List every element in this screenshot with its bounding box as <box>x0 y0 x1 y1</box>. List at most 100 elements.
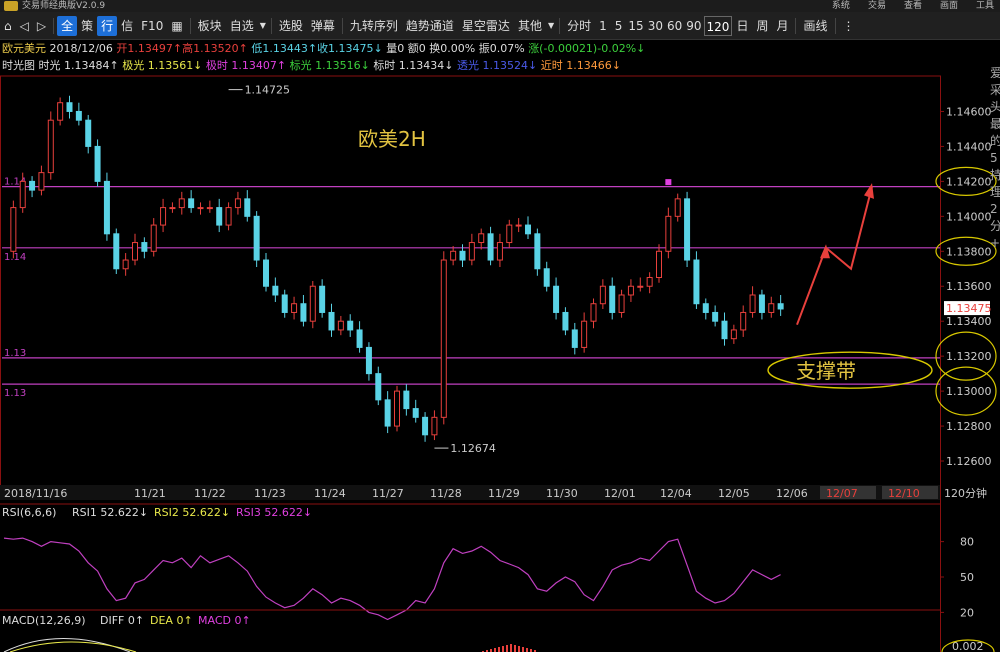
candle[interactable] <box>113 228 120 275</box>
candle[interactable] <box>272 277 279 302</box>
watchlist-button[interactable]: 自选 <box>226 16 258 36</box>
candle[interactable] <box>412 399 419 423</box>
candle[interactable] <box>599 279 606 309</box>
candle[interactable] <box>515 218 522 233</box>
candle[interactable] <box>375 366 382 406</box>
candle[interactable] <box>291 296 298 320</box>
candle[interactable] <box>581 312 588 353</box>
home-icon[interactable]: ⌂ <box>0 16 16 36</box>
trend-channel-button[interactable]: 趋势通道 <box>402 16 458 36</box>
quote-button[interactable]: 行 <box>97 15 118 36</box>
candle[interactable] <box>684 191 691 268</box>
star-radar-button[interactable]: 星空雷达 <box>458 16 514 36</box>
window-menu-3[interactable]: 画面 <box>940 0 958 12</box>
candle[interactable] <box>468 233 475 266</box>
candle[interactable] <box>365 342 372 381</box>
period-15-button[interactable]: 15 <box>626 16 645 36</box>
window-menu-2[interactable]: 查看 <box>904 0 922 12</box>
candle[interactable] <box>225 202 232 231</box>
candle[interactable] <box>506 219 513 248</box>
candle[interactable] <box>450 246 457 266</box>
sector-button[interactable]: 板块 <box>194 16 226 36</box>
candle[interactable] <box>122 253 129 276</box>
candle[interactable] <box>394 385 400 432</box>
candle[interactable] <box>103 172 110 241</box>
candle[interactable] <box>253 211 260 268</box>
candle[interactable] <box>356 321 363 353</box>
candle[interactable] <box>553 277 560 320</box>
bullet-comments-button[interactable]: 弹幕 <box>307 16 339 36</box>
candle[interactable] <box>693 251 700 309</box>
candle[interactable] <box>319 279 326 318</box>
candle[interactable] <box>758 289 765 320</box>
candle[interactable] <box>422 412 429 442</box>
candle[interactable] <box>347 314 354 337</box>
candle[interactable] <box>646 272 653 294</box>
candle[interactable] <box>234 191 241 215</box>
candle[interactable] <box>562 307 569 336</box>
candle[interactable] <box>169 202 176 213</box>
candle[interactable] <box>431 410 438 441</box>
other-dropdown-icon[interactable]: ▼ <box>546 16 556 36</box>
candle[interactable] <box>665 207 672 259</box>
window-menu-0[interactable]: 系统 <box>832 0 850 12</box>
candle[interactable] <box>749 286 756 318</box>
period-1-button[interactable]: 1 <box>595 16 611 36</box>
candle[interactable] <box>150 218 157 257</box>
period-90-button[interactable]: 90 <box>684 16 703 36</box>
candle[interactable] <box>702 298 709 320</box>
candle[interactable] <box>656 244 662 283</box>
candle[interactable] <box>721 312 728 346</box>
candle[interactable] <box>618 289 625 318</box>
candle[interactable] <box>384 391 391 434</box>
period-120-button[interactable]: 120 <box>703 15 733 36</box>
candle[interactable] <box>66 95 73 119</box>
candle[interactable] <box>730 324 737 344</box>
window-menu-1[interactable]: 交易 <box>868 0 886 12</box>
candle[interactable] <box>38 165 45 196</box>
back-icon[interactable]: ◁ <box>16 16 33 36</box>
candle[interactable] <box>525 216 531 240</box>
period-month-button[interactable]: 月 <box>772 16 792 36</box>
info-button[interactable]: 信 <box>117 16 137 36</box>
f10-button[interactable]: F10 <box>137 16 167 36</box>
strategy-button[interactable]: 策 <box>77 16 97 36</box>
candle[interactable] <box>206 200 213 213</box>
watchlist-dropdown-icon[interactable]: ▼ <box>258 16 268 36</box>
draw-line-button[interactable]: 画线 <box>799 16 831 36</box>
candle[interactable] <box>674 193 681 222</box>
candle[interactable] <box>740 305 747 337</box>
other-button[interactable]: 其他 <box>514 16 546 36</box>
candle[interactable] <box>777 294 784 316</box>
candle[interactable] <box>478 228 485 250</box>
candle[interactable] <box>94 139 101 187</box>
period-5-button[interactable]: 5 <box>611 16 627 36</box>
period-week-button[interactable]: 周 <box>752 16 772 36</box>
candle[interactable] <box>141 237 148 259</box>
candle[interactable] <box>487 226 494 266</box>
candle[interactable] <box>197 202 204 215</box>
period-day-button[interactable]: 日 <box>732 16 752 36</box>
candle[interactable] <box>281 289 288 318</box>
candle[interactable] <box>403 384 410 416</box>
candle[interactable] <box>496 233 503 268</box>
candle[interactable] <box>712 305 719 327</box>
candle[interactable] <box>188 190 195 213</box>
candle[interactable] <box>57 97 64 126</box>
candle[interactable] <box>29 176 36 198</box>
candle[interactable] <box>132 233 138 266</box>
candle[interactable] <box>244 190 251 222</box>
grid-icon[interactable]: ▦ <box>167 16 186 36</box>
candle[interactable] <box>571 322 578 355</box>
candle[interactable] <box>440 251 447 425</box>
candle[interactable] <box>263 253 269 292</box>
market-all-button[interactable]: 全 <box>57 15 78 36</box>
candle[interactable] <box>627 279 634 302</box>
candle[interactable] <box>85 114 92 154</box>
screener-button[interactable]: 选股 <box>275 16 307 36</box>
period-60-button[interactable]: 60 <box>665 16 684 36</box>
candle[interactable] <box>637 277 644 292</box>
candle[interactable] <box>328 303 335 337</box>
candle[interactable] <box>768 296 775 318</box>
candle[interactable] <box>178 191 185 215</box>
